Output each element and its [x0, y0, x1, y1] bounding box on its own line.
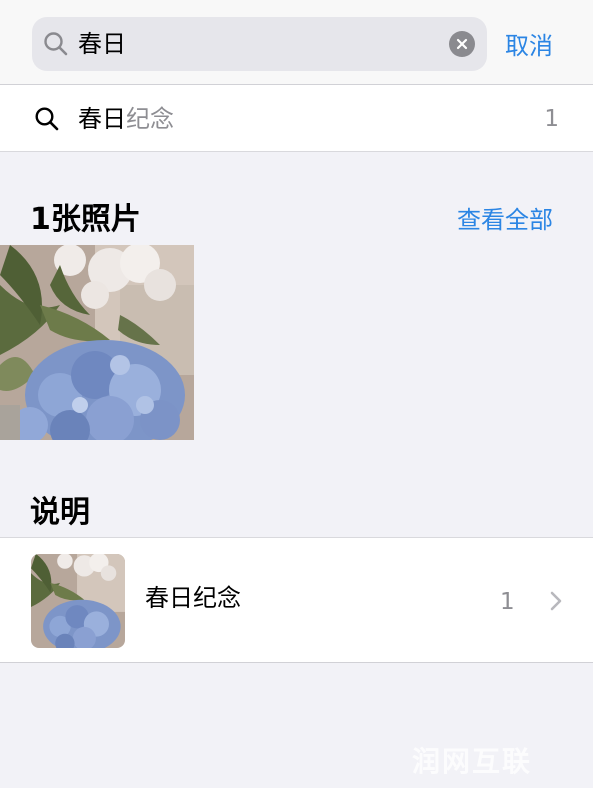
search-icon: [35, 107, 59, 131]
description-row[interactable]: 春日纪念 1: [0, 537, 593, 663]
description-thumbnail: [31, 554, 125, 648]
flower-photo: [0, 245, 194, 440]
descriptions-section-title: 说明: [30, 495, 90, 530]
photos-search-screen: 春日 取消 春日纪念 1 1张照片 查看全部 说明 春日纪念 1 润网互联: [0, 0, 593, 788]
search-icon: [44, 32, 68, 56]
suggestion-match-text: 春日: [78, 105, 126, 133]
description-count: 1: [500, 589, 515, 615]
clear-search-button[interactable]: [449, 31, 475, 57]
search-suggestion-row[interactable]: 春日纪念 1: [0, 84, 593, 152]
close-icon: [456, 38, 468, 50]
watermark: 润网互联: [412, 745, 533, 778]
flower-photo: [31, 554, 125, 648]
search-bar-area: 春日 取消: [0, 0, 593, 84]
suggestion-rest-text: 纪念: [126, 105, 174, 133]
photo-thumbnail[interactable]: [0, 245, 194, 440]
search-input[interactable]: 春日: [78, 17, 126, 71]
see-all-button[interactable]: 查看全部: [457, 200, 553, 235]
chevron-right-icon: [550, 591, 562, 611]
photos-section-title: 1张照片: [30, 202, 141, 237]
search-field[interactable]: 春日: [32, 17, 487, 71]
suggestion-text: 春日纪念: [78, 85, 174, 153]
cancel-button[interactable]: 取消: [505, 26, 553, 61]
suggestion-count: 1: [544, 106, 559, 132]
description-label: 春日纪念: [145, 584, 241, 612]
